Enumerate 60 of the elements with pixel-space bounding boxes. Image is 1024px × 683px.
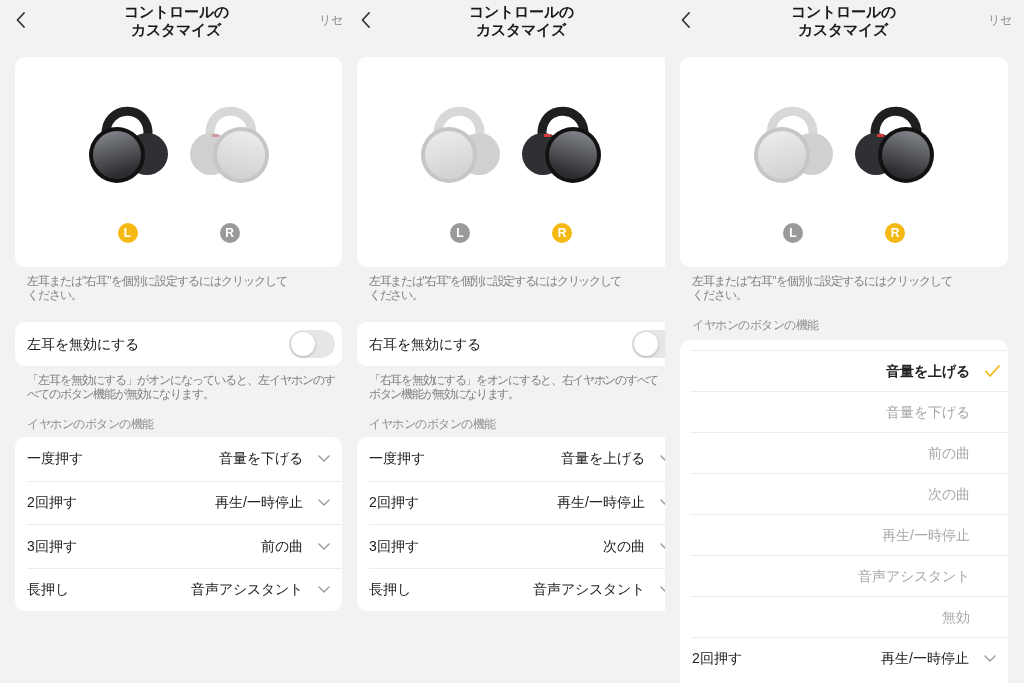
dropdown-option[interactable]: 再生/一時停止	[882, 524, 970, 546]
toggle-note-text: 「左耳を無効にする」がオンになっていると、左イヤホンのす べてのボタン機能が無効になります。	[26, 373, 336, 401]
function-select[interactable]: 音量を下げる	[219, 448, 330, 470]
dropdown-option[interactable]: 音声アシスタント	[858, 565, 970, 587]
screen-title: コントロールの カスタマイズ	[790, 3, 896, 39]
toggle-switch[interactable]	[632, 330, 665, 358]
chevron-down-icon	[318, 542, 330, 550]
ear-select-button[interactable]: L	[450, 223, 470, 243]
back-icon[interactable]	[681, 12, 690, 28]
hint-text: 左耳または"右耳"を個別に設定するにはクリックして ください。	[691, 274, 953, 302]
chevron-down-icon	[318, 586, 330, 594]
back-icon[interactable]	[361, 12, 370, 28]
back-icon[interactable]	[16, 12, 25, 28]
chevron-down-icon	[660, 542, 665, 550]
function-select[interactable]: 再生/一時停止	[557, 492, 665, 514]
toggle-note-text: 「右耳を無効にする」をオンにすると、右イヤホンのすべて ボタン機能が無効になります。	[368, 373, 659, 401]
toggle-label: 左耳を無効にする	[27, 334, 139, 354]
dropdown-option[interactable]: 音量を上げる	[886, 360, 970, 382]
toggle-label: 右耳を無効にする	[369, 334, 481, 354]
ear-select-button[interactable]: L	[117, 223, 138, 243]
gesture-label: 2回押す	[692, 648, 742, 668]
gesture-label: 一度押す	[369, 449, 425, 469]
screen-title: コントロールの カスタマイズ	[468, 3, 574, 39]
toggle-switch[interactable]	[289, 330, 335, 358]
gesture-label: 長押し	[27, 580, 69, 600]
section-label: イヤホンのボタンの機能	[26, 417, 155, 431]
function-select[interactable]: 音量を上げる	[561, 448, 665, 470]
ear-select-button[interactable]: L	[783, 223, 803, 243]
hint-text: 左耳または"右耳"を個別に設定するにはクリックして ください。	[368, 274, 623, 302]
ear-select-button[interactable]: R	[219, 223, 240, 243]
gesture-label: 2回押す	[369, 493, 419, 513]
gesture-label: 長押し	[369, 580, 411, 600]
chevron-down-icon	[660, 586, 665, 594]
function-select[interactable]: 再生/一時停止	[215, 492, 330, 514]
chevron-down-icon	[660, 499, 665, 507]
chevron-down-icon	[318, 455, 330, 463]
reset-button[interactable]: リセ	[319, 12, 345, 28]
gesture-label: 3回押す	[369, 536, 419, 556]
chevron-down-icon	[984, 654, 996, 662]
function-select[interactable]: 音声アシスタント	[533, 579, 665, 601]
dropdown-option[interactable]: 無効	[942, 606, 970, 628]
reset-button[interactable]: リセ	[988, 12, 1021, 28]
function-select[interactable]: 次の曲	[603, 535, 665, 557]
gesture-label: 2回押す	[27, 493, 77, 513]
section-label: イヤホンのボタンの機能	[368, 417, 497, 431]
screen-title: コントロールの カスタマイズ	[123, 3, 229, 39]
chevron-down-icon	[318, 499, 330, 507]
dropdown-option[interactable]: 前の曲	[928, 442, 970, 464]
chevron-down-icon	[660, 455, 665, 463]
gesture-label: 一度押す	[27, 449, 83, 469]
section-label: イヤホンのボタンの機能	[691, 318, 820, 332]
dropdown-option[interactable]: 音量を下げる	[886, 401, 970, 423]
ear-select-button[interactable]: R	[552, 223, 572, 243]
dropdown-option[interactable]: 次の曲	[928, 483, 970, 505]
function-select[interactable]: 前の曲	[261, 535, 330, 557]
ear-select-button[interactable]: R	[885, 223, 905, 243]
hint-text: 左耳または"右耳"を個別に設定するにはクリックして ください。	[26, 274, 288, 302]
function-select[interactable]: 再生/一時停止	[881, 647, 996, 669]
gesture-label: 3回押す	[27, 536, 77, 556]
function-select[interactable]: 音声アシスタント	[191, 579, 330, 601]
